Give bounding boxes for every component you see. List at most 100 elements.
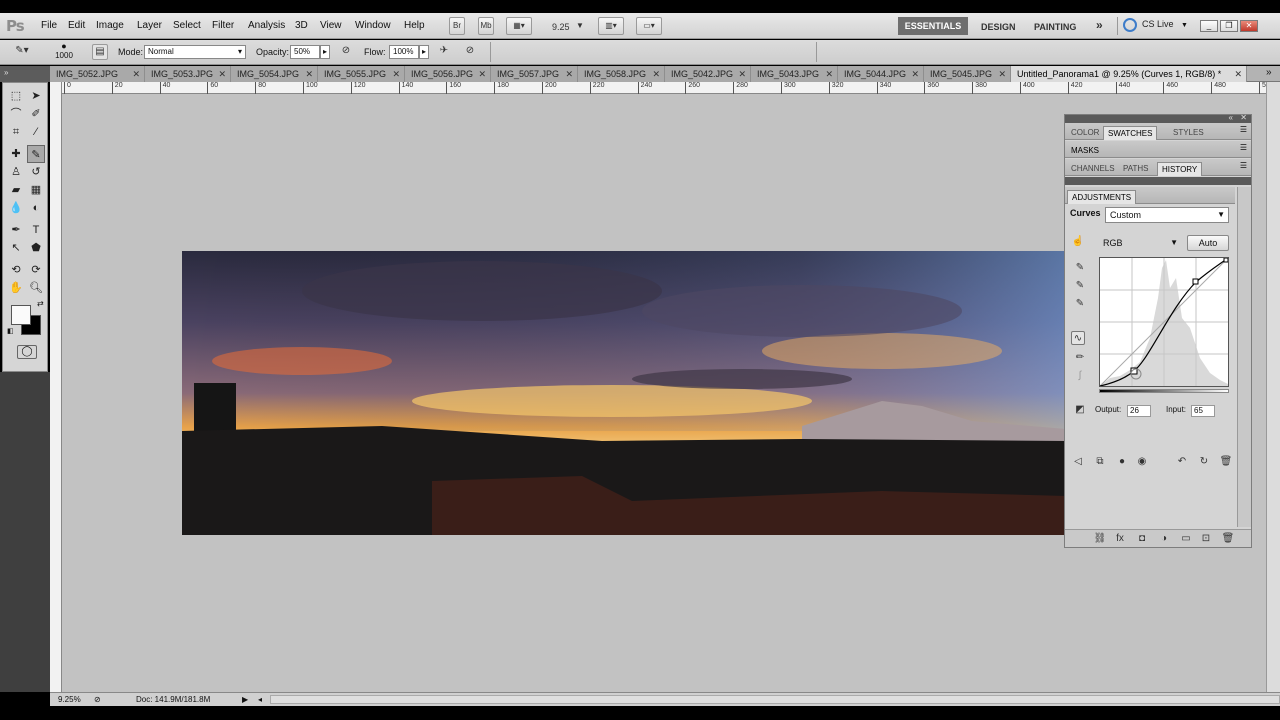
document-tab[interactable]: IMG_5058.JPG ✕ xyxy=(578,66,665,82)
brush-tool-icon[interactable]: ✎ xyxy=(27,145,45,163)
document-tab[interactable]: IMG_5045.JPG ✕ xyxy=(924,66,1011,82)
menu-help[interactable]: Help xyxy=(404,20,425,31)
panel-menu-icon[interactable]: ☰ xyxy=(1240,161,1247,170)
status-zoom[interactable]: 9.25% xyxy=(58,693,81,706)
opacity-slider-toggle[interactable]: ▸ xyxy=(320,45,330,59)
link-icon[interactable]: ⛓ xyxy=(1093,532,1107,546)
visibility-icon[interactable]: ◉ xyxy=(1135,455,1149,469)
document-tab[interactable]: IMG_5042.JPG ✕ xyxy=(665,66,751,82)
crop-tool-icon[interactable]: ⌗ xyxy=(7,123,25,141)
workspace-painting[interactable]: PAINTING xyxy=(1034,22,1076,32)
workspace-essentials[interactable]: ESSENTIALS xyxy=(898,17,968,35)
minimize-button[interactable]: _ xyxy=(1200,20,1218,32)
document-tab[interactable]: IMG_5055.JPG ✕ xyxy=(318,66,405,82)
menu-view[interactable]: View xyxy=(320,20,342,31)
screen-mode-button[interactable]: ▭▾ xyxy=(636,17,662,35)
menu-select[interactable]: Select xyxy=(173,20,201,31)
panorama-image[interactable] xyxy=(182,251,1066,535)
menu-filter[interactable]: Filter xyxy=(212,20,234,31)
cs-live-dropdown-icon[interactable]: ▼ xyxy=(1181,22,1188,29)
document-tab[interactable]: IMG_5052.JPG ✕ xyxy=(50,66,145,82)
close-icon[interactable]: ✕ xyxy=(652,66,660,82)
close-icon[interactable]: ✕ xyxy=(218,66,226,82)
clip-to-layer-icon[interactable]: ● xyxy=(1115,455,1129,469)
close-icon[interactable]: ✕ xyxy=(305,66,313,82)
status-icon[interactable]: ⊘ xyxy=(94,693,101,706)
close-icon[interactable]: ✕ xyxy=(392,66,400,82)
more-workspaces-icon[interactable]: » xyxy=(1096,18,1103,32)
tab-adjustments[interactable]: ADJUSTMENTS xyxy=(1067,190,1137,204)
swap-colors-icon[interactable]: ⇄ xyxy=(37,299,44,308)
smooth-curve-icon[interactable]: ∫ xyxy=(1073,369,1087,383)
tab-styles[interactable]: STYLES xyxy=(1169,126,1208,140)
expanded-view-icon[interactable]: ⧉ xyxy=(1093,455,1107,469)
group-icon[interactable]: ▭ xyxy=(1179,532,1193,546)
close-icon[interactable]: ✕ xyxy=(738,66,746,82)
curves-preset-select[interactable]: Custom ▼ xyxy=(1105,207,1229,223)
pressure-size-icon[interactable]: ⊘ xyxy=(462,44,478,60)
panel-menu-icon[interactable]: ☰ xyxy=(1240,143,1247,152)
flow-slider-toggle[interactable]: ▸ xyxy=(419,45,429,59)
new-layer-icon[interactable]: ⊡ xyxy=(1199,532,1213,546)
input-input[interactable]: 65 xyxy=(1191,405,1215,417)
view-extras-button[interactable]: ▦▾ xyxy=(506,17,532,35)
dodge-tool-icon[interactable]: ◐ xyxy=(27,199,45,217)
adjustments-scrollbar[interactable] xyxy=(1237,187,1251,527)
clipping-warning-icon[interactable]: ◩ xyxy=(1073,403,1087,417)
workspace-design[interactable]: DESIGN xyxy=(981,22,1016,32)
panel-menu-icon[interactable]: ☰ xyxy=(1240,125,1247,134)
more-tabs-icon[interactable]: » xyxy=(1266,67,1272,78)
horizontal-scrollbar[interactable] xyxy=(270,695,1280,704)
pencil-draw-icon[interactable]: ✏ xyxy=(1073,351,1087,365)
reset-icon[interactable]: ↻ xyxy=(1197,455,1211,469)
move-tool-icon[interactable]: ➤ xyxy=(27,87,45,105)
eraser-tool-icon[interactable]: ▰ xyxy=(7,181,25,199)
document-tab[interactable]: IMG_5053.JPG ✕ xyxy=(145,66,231,82)
trash-icon[interactable]: 🗑︎ xyxy=(1221,532,1235,546)
menu-edit[interactable]: Edit xyxy=(68,20,85,31)
brush-tool-preset-icon[interactable]: ✎▾ xyxy=(8,44,36,60)
brush-panel-toggle-icon[interactable]: ▤ xyxy=(92,44,108,60)
menu-window[interactable]: Window xyxy=(355,20,391,31)
return-to-list-icon[interactable]: ◁ xyxy=(1071,455,1085,469)
menu-3d[interactable]: 3D xyxy=(295,20,308,31)
mode-select[interactable]: Normal ▾ xyxy=(144,45,246,59)
gradient-tool-icon[interactable]: ▦ xyxy=(27,181,45,199)
path-selection-tool-icon[interactable]: ↖ xyxy=(7,239,25,257)
active-document-tab[interactable]: Untitled_Panorama1 @ 9.25% (Curves 1, RG… xyxy=(1011,66,1247,82)
tab-history[interactable]: HISTORY xyxy=(1157,162,1203,176)
zoom-level[interactable]: 9.25 xyxy=(552,22,570,32)
menu-image[interactable]: Image xyxy=(96,20,124,31)
document-tab[interactable]: IMG_5043.JPG ✕ xyxy=(751,66,838,82)
channel-select[interactable]: RGB ▼ xyxy=(1099,236,1181,252)
default-colors-icon[interactable]: ◧ xyxy=(7,327,14,335)
restore-button[interactable]: ❐ xyxy=(1220,20,1238,32)
pen-tool-icon[interactable]: ✒ xyxy=(7,221,25,239)
close-icon[interactable]: ✕ xyxy=(911,66,919,82)
previous-state-icon[interactable]: ↶ xyxy=(1175,455,1189,469)
cs-live-button[interactable]: CS Live xyxy=(1142,19,1174,29)
blur-tool-icon[interactable]: 💧 xyxy=(7,199,25,217)
output-input[interactable]: 26 xyxy=(1127,405,1151,417)
history-brush-tool-icon[interactable]: ↺ xyxy=(27,163,45,181)
bridge-button[interactable]: Br xyxy=(449,17,465,35)
marquee-tool-icon[interactable]: ⬚ xyxy=(7,87,25,105)
tab-color[interactable]: COLOR xyxy=(1067,126,1103,140)
tab-masks[interactable]: MASKS xyxy=(1067,144,1103,158)
on-image-adjust-icon[interactable]: ☝ xyxy=(1071,235,1085,249)
menu-layer[interactable]: Layer xyxy=(137,20,162,31)
black-point-eyedropper-icon[interactable]: ✎ xyxy=(1073,261,1087,275)
opacity-input[interactable]: 50% xyxy=(290,45,320,59)
quick-mask-button[interactable]: ◯ xyxy=(17,345,37,359)
adjustment-layer-icon[interactable]: ◑ xyxy=(1157,532,1171,546)
gray-point-eyedropper-icon[interactable]: ✎ xyxy=(1073,279,1087,293)
curves-graph[interactable] xyxy=(1099,257,1229,387)
arrange-documents-button[interactable]: ▥▾ xyxy=(598,17,624,35)
document-tab[interactable]: IMG_5044.JPG ✕ xyxy=(838,66,924,82)
menu-file[interactable]: File xyxy=(41,20,57,31)
type-tool-icon[interactable]: T xyxy=(27,221,45,239)
3d-orbit-tool-icon[interactable]: ⟳ xyxy=(27,261,45,279)
close-button[interactable]: ✕ xyxy=(1240,20,1258,32)
menu-analysis[interactable]: Analysis xyxy=(248,20,285,31)
airbrush-icon[interactable]: ✈ xyxy=(436,44,452,60)
